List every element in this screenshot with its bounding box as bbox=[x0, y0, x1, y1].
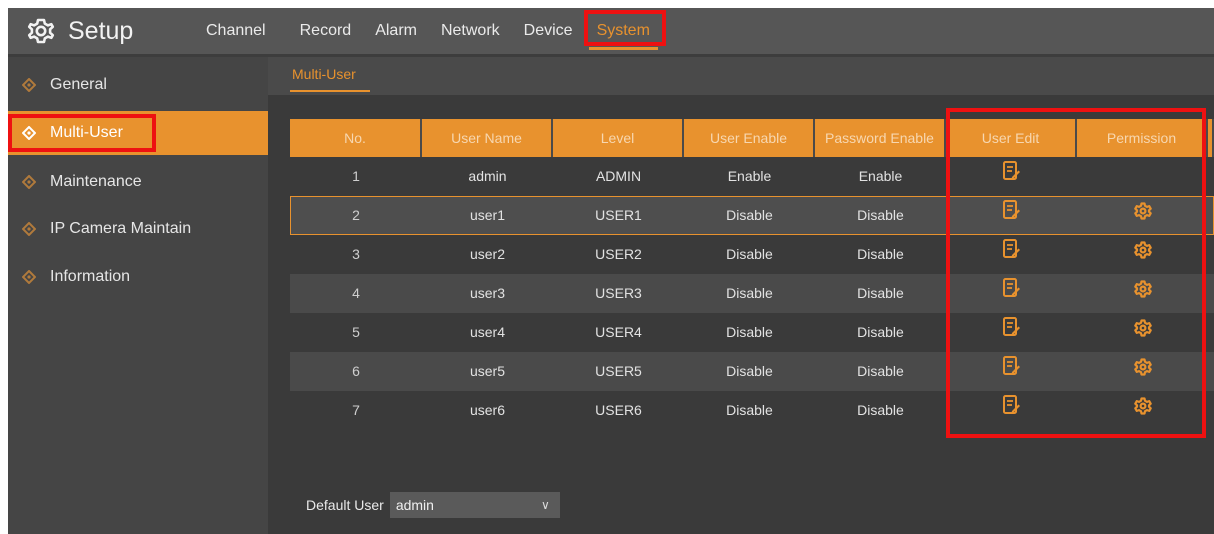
cell-password-enable: Disable bbox=[857, 363, 904, 379]
cell-password-enable: Disable bbox=[857, 285, 904, 301]
col-header-spacer bbox=[1208, 119, 1214, 157]
cell-user-enable: Disable bbox=[726, 207, 773, 223]
cell-password-enable: Disable bbox=[857, 324, 904, 340]
cell-level: ADMIN bbox=[595, 168, 642, 184]
cell-no: 4 bbox=[352, 285, 360, 301]
cell-user-name: user5 bbox=[469, 363, 506, 379]
tab-alarm[interactable]: Alarm bbox=[363, 8, 429, 54]
cell-level: USER4 bbox=[595, 324, 642, 340]
cell-spacer bbox=[1208, 196, 1214, 235]
default-user-value: admin bbox=[395, 497, 434, 513]
cell-user-name: user4 bbox=[469, 324, 506, 340]
subtab-multi-user[interactable]: Multi-User bbox=[290, 57, 370, 92]
default-user-control: Default User admin ∨ bbox=[306, 492, 560, 518]
cell-spacer bbox=[1208, 391, 1214, 430]
cell-password-enable: Disable bbox=[857, 402, 904, 418]
col-header-user-enable: User Enable bbox=[684, 119, 815, 157]
col-header-no: No. bbox=[290, 119, 422, 157]
tab-channel[interactable]: Channel bbox=[194, 8, 278, 54]
chevron-down-icon: ∨ bbox=[541, 498, 550, 512]
highlight-user-edit-permission bbox=[946, 108, 1206, 438]
cell-user-enable: Disable bbox=[726, 285, 773, 301]
cell-level: USER6 bbox=[595, 402, 642, 418]
cell-no: 5 bbox=[352, 324, 360, 340]
tab-device[interactable]: Device bbox=[512, 8, 585, 54]
sidebar-bullet-icon bbox=[22, 78, 36, 92]
cell-user-name: user6 bbox=[469, 402, 506, 418]
default-user-label: Default User bbox=[306, 497, 384, 513]
sidebar-item-maintenance[interactable]: Maintenance bbox=[8, 160, 268, 204]
default-user-select[interactable]: admin ∨ bbox=[389, 492, 560, 518]
sidebar-item-label: General bbox=[50, 76, 107, 93]
sidebar-item-ip-camera-maintain[interactable]: IP Camera Maintain bbox=[8, 207, 268, 251]
cell-spacer bbox=[1208, 313, 1214, 352]
cell-level: USER3 bbox=[595, 285, 642, 301]
setup-logo: Setup bbox=[26, 16, 133, 46]
col-header-password-enable: Password Enable bbox=[815, 119, 946, 157]
cell-level: USER2 bbox=[595, 246, 642, 262]
cell-password-enable: Enable bbox=[858, 168, 903, 184]
settings-gear-icon bbox=[27, 18, 55, 44]
sidebar-item-label: Information bbox=[50, 268, 131, 285]
tab-record[interactable]: Record bbox=[288, 8, 364, 54]
cell-no: 3 bbox=[352, 246, 360, 262]
cell-user-enable: Disable bbox=[726, 324, 773, 340]
sidebar-bullet-icon bbox=[22, 175, 36, 189]
cell-user-enable: Enable bbox=[727, 168, 772, 184]
sidebar-bullet-icon bbox=[22, 222, 36, 236]
cell-user-enable: Disable bbox=[726, 363, 773, 379]
cell-spacer bbox=[1208, 352, 1214, 391]
cell-user-name: user3 bbox=[469, 285, 506, 301]
cell-password-enable: Disable bbox=[857, 207, 904, 223]
subtab-bar: Multi-User bbox=[268, 57, 1214, 95]
col-header-user-name: User Name bbox=[422, 119, 553, 157]
sidebar-item-general[interactable]: General bbox=[8, 63, 268, 107]
col-header-level: Level bbox=[553, 119, 684, 157]
highlight-multi-user bbox=[8, 114, 156, 152]
cell-level: USER1 bbox=[595, 207, 642, 223]
cell-user-enable: Disable bbox=[726, 402, 773, 418]
cell-user-name: user1 bbox=[469, 207, 506, 223]
sidebar-bullet-icon bbox=[22, 270, 36, 284]
cell-no: 6 bbox=[352, 363, 360, 379]
cell-spacer bbox=[1208, 235, 1214, 274]
cell-user-name: user2 bbox=[469, 246, 506, 262]
sidebar-item-label: Maintenance bbox=[50, 173, 142, 190]
sidebar-item-label: IP Camera Maintain bbox=[50, 220, 192, 237]
sidebar-item-information[interactable]: Information bbox=[8, 255, 268, 299]
cell-user-name: admin bbox=[468, 168, 507, 184]
cell-password-enable: Disable bbox=[857, 246, 904, 262]
cell-spacer bbox=[1208, 274, 1214, 313]
cell-no: 1 bbox=[352, 168, 360, 184]
cell-level: USER5 bbox=[595, 363, 642, 379]
app-title: Setup bbox=[68, 17, 134, 45]
highlight-system-tab bbox=[584, 10, 666, 46]
cell-no: 7 bbox=[352, 402, 360, 418]
cell-user-enable: Disable bbox=[726, 246, 773, 262]
app-window: Setup Channel Record Alarm Network Devic… bbox=[8, 8, 1214, 534]
tab-network[interactable]: Network bbox=[429, 8, 512, 54]
cell-spacer bbox=[1208, 157, 1214, 196]
cell-no: 2 bbox=[352, 207, 360, 223]
